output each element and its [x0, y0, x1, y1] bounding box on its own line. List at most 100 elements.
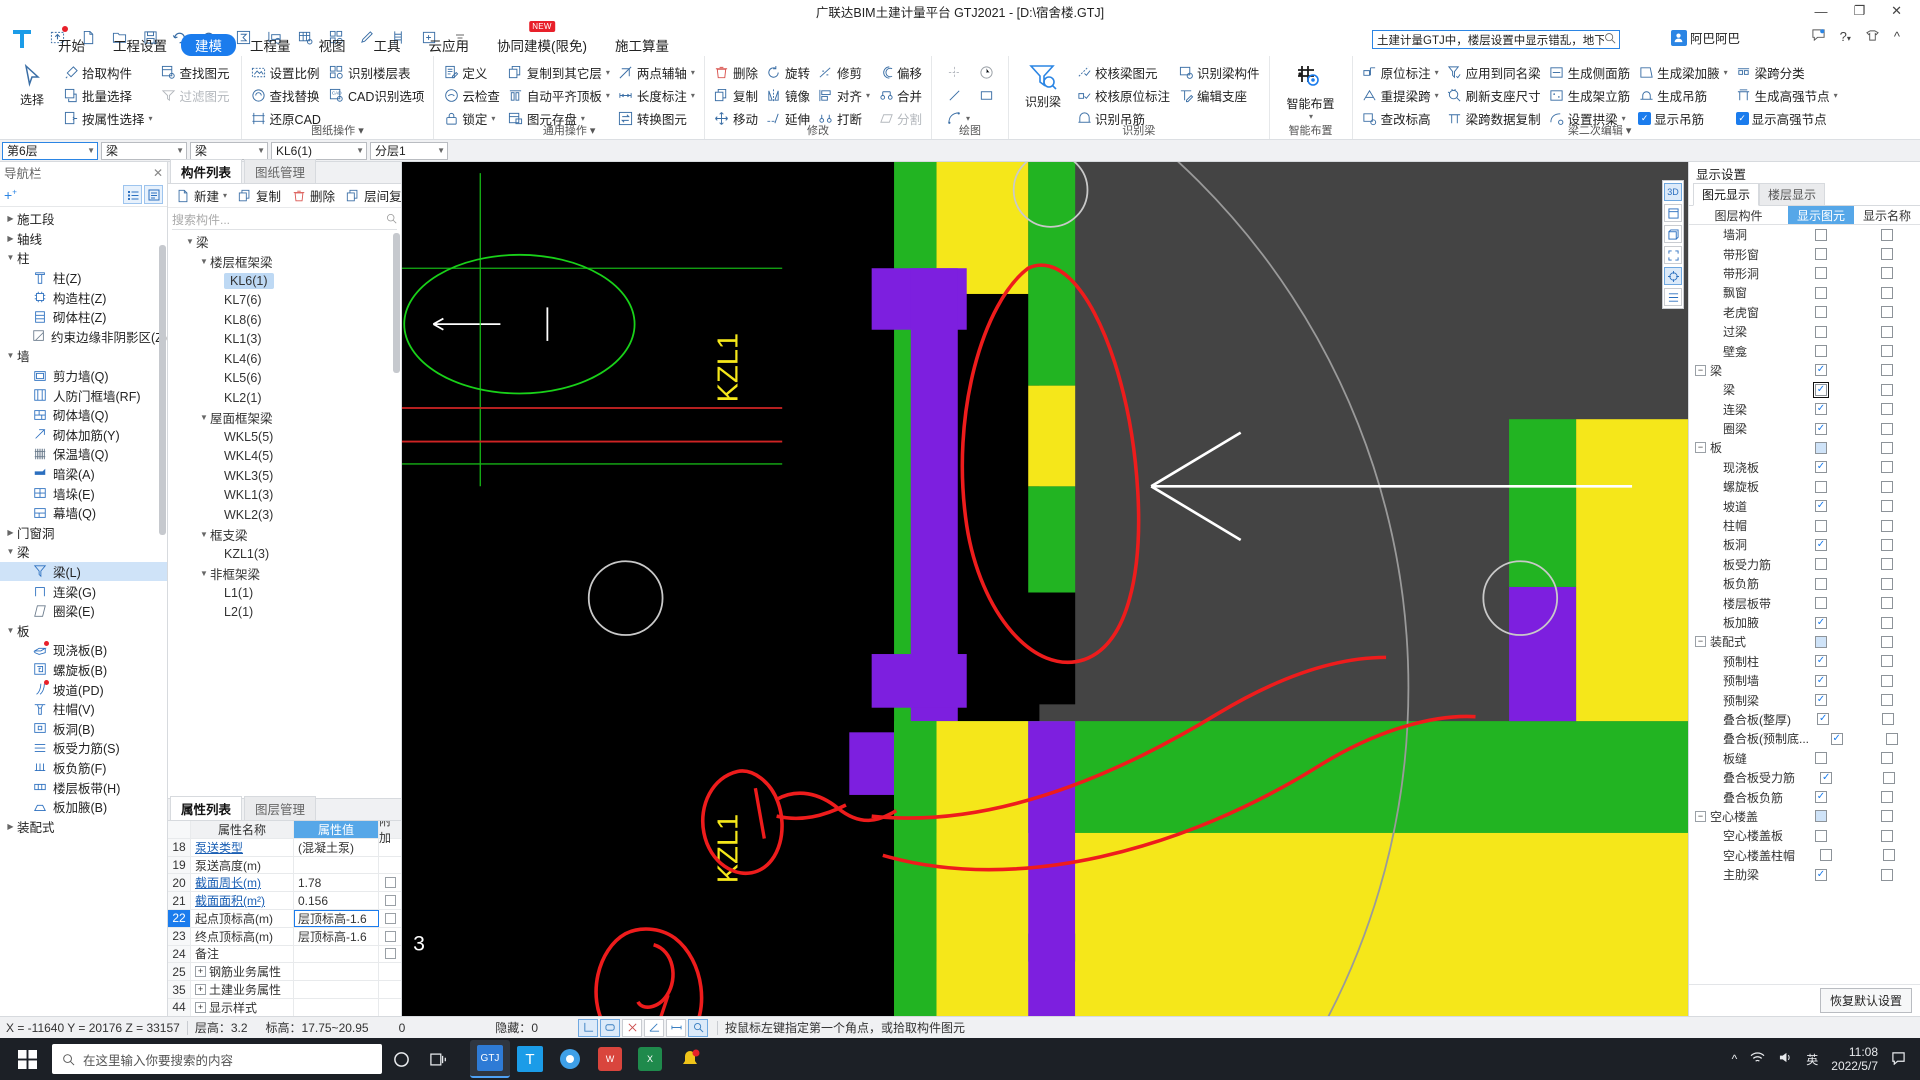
gen-erection-bar-button[interactable]: 生成架立筋 — [1545, 84, 1635, 106]
property-row[interactable]: 44 + 显示样式 — [168, 998, 401, 1016]
search-input[interactable]: 土建计量GTJ中，楼层设置中显示错乱，地下楼层显示较 — [1377, 32, 1604, 48]
display-setting-row[interactable]: 现浇板 — [1689, 458, 1920, 477]
display-setting-row[interactable]: 预制墙 — [1689, 671, 1920, 690]
minimize-button[interactable]: — — [1814, 4, 1827, 19]
close-button[interactable]: ✕ — [1891, 3, 1902, 19]
checkbox-icon[interactable] — [1815, 364, 1827, 377]
checkbox-icon[interactable] — [1815, 538, 1827, 551]
show-name-cell[interactable] — [1854, 480, 1920, 493]
tab-floor-display[interactable]: 楼层显示 — [1759, 183, 1826, 205]
show-element-cell[interactable] — [1788, 558, 1854, 571]
component-scrollbar[interactable] — [393, 233, 400, 373]
show-name-cell[interactable] — [1854, 791, 1920, 804]
excel-app-icon[interactable]: X — [630, 1040, 670, 1078]
show-element-cell[interactable] — [1788, 403, 1854, 416]
property-row[interactable]: 24 备注 — [168, 945, 401, 964]
checkbox-icon[interactable] — [1881, 616, 1893, 629]
nav-item-21[interactable]: ▼ 板 — [0, 620, 167, 640]
component-item-5[interactable]: KL1(3) — [168, 330, 401, 350]
checkbox-icon[interactable] — [1881, 538, 1893, 551]
show-name-cell[interactable] — [1854, 577, 1920, 590]
checkbox-icon[interactable] — [1881, 674, 1893, 687]
notify-app-icon[interactable] — [670, 1040, 710, 1078]
checkbox-icon[interactable] — [1881, 810, 1893, 823]
checkbox-icon[interactable] — [1815, 480, 1827, 493]
property-value[interactable] — [294, 963, 379, 981]
delete-button[interactable]: 删除 — [710, 61, 762, 83]
show-element-cell[interactable] — [1791, 713, 1856, 726]
property-value[interactable]: 层顶标高-1.6 — [294, 909, 379, 927]
checkbox-icon[interactable] — [1815, 635, 1827, 648]
show-element-cell[interactable] — [1788, 655, 1854, 668]
align-button[interactable]: 对齐 ▾ — [814, 84, 874, 106]
checkbox-icon[interactable] — [1815, 345, 1827, 358]
show-name-cell[interactable] — [1854, 461, 1920, 474]
nav-item-15[interactable]: 幕墙(Q) — [0, 503, 167, 523]
nav-item-20[interactable]: 圈梁(E) — [0, 601, 167, 621]
display-setting-row[interactable]: 主肋梁 — [1689, 865, 1920, 884]
checkbox-icon[interactable] — [1881, 441, 1893, 454]
tab-project-settings[interactable]: 工程设置 — [99, 34, 181, 56]
show-name-cell[interactable] — [1854, 306, 1920, 319]
display-setting-row[interactable]: 墙洞 — [1689, 225, 1920, 244]
show-element-cell[interactable] — [1788, 791, 1854, 804]
component-item-6[interactable]: KL4(6) — [168, 349, 401, 369]
chevron-down-icon[interactable]: ▼ — [198, 257, 210, 266]
checkbox-icon[interactable] — [1881, 829, 1893, 842]
nav-item-10[interactable]: 砌体墙(Q) — [0, 405, 167, 425]
clock[interactable]: 11:08 2022/5/7 — [1831, 1045, 1878, 1073]
nav-item-12[interactable]: 保温墙(Q) — [0, 444, 167, 464]
tab-collaborative-modeling[interactable]: NEW 协同建模(限免) — [483, 21, 601, 56]
maximize-button[interactable]: ❐ — [1853, 3, 1865, 19]
tab-element-display[interactable]: 图元显示 — [1693, 183, 1760, 206]
gen-side-bar-button[interactable]: 生成侧面筋 — [1545, 61, 1635, 83]
nav-item-5[interactable]: 砌体柱(Z) — [0, 307, 167, 327]
component-item-15[interactable]: ▼ 框支梁 — [168, 525, 401, 545]
smart-layout-button[interactable]: 智能布置 ▾ — [1280, 59, 1342, 121]
chevron-down-icon[interactable]: ▼ — [253, 146, 265, 155]
chevron-down-icon[interactable]: ▾ — [223, 191, 227, 200]
copy-to-other-floor-button[interactable]: 复制到其它层 ▾ — [504, 61, 614, 83]
show-element-cell[interactable] — [1788, 461, 1854, 474]
show-element-cell[interactable] — [1788, 829, 1854, 842]
display-setting-row[interactable]: 壁龛 — [1689, 341, 1920, 360]
checkbox-icon[interactable] — [384, 895, 396, 907]
chat-icon[interactable] — [1811, 28, 1826, 45]
show-element-cell[interactable] — [1788, 674, 1854, 687]
show-name-cell[interactable] — [1854, 500, 1920, 513]
cortana-icon[interactable] — [382, 1038, 420, 1080]
display-setting-row[interactable]: 板洞 — [1689, 535, 1920, 554]
floor-selector[interactable]: 第6层 ▼ — [2, 141, 98, 160]
display-setting-row[interactable]: 梁 — [1689, 380, 1920, 399]
find-element-button[interactable]: 查找图元 — [157, 61, 234, 83]
show-name-cell[interactable] — [1854, 752, 1920, 765]
nav-item-9[interactable]: 人防门框墙(RF) — [0, 385, 167, 405]
nav-item-22[interactable]: 现浇板(B) — [0, 640, 167, 660]
inplace-note-button[interactable]: 原位标注 ▾ — [1358, 61, 1443, 83]
chevron-down-icon[interactable]: ▾ — [149, 114, 153, 123]
component-item-1[interactable]: ▼ 楼层框架梁 — [168, 252, 401, 272]
display-setting-row[interactable]: − 空心楼盖 — [1689, 807, 1920, 826]
show-element-cell[interactable] — [1788, 519, 1854, 532]
checkbox-icon[interactable] — [1881, 713, 1894, 726]
nav-item-28[interactable]: 板负筋(F) — [0, 758, 167, 778]
display-setting-row[interactable]: 楼层板带 — [1689, 593, 1920, 612]
show-element-cell[interactable] — [1795, 771, 1857, 784]
checkbox-icon[interactable] — [1815, 558, 1827, 571]
list-view-icon[interactable] — [123, 185, 142, 204]
offset-button[interactable]: 偏移 — [874, 61, 926, 83]
component-item-18[interactable]: L1(1) — [168, 583, 401, 603]
checkbox-icon[interactable] — [1813, 381, 1829, 398]
nav-item-31[interactable]: ▶ 装配式 — [0, 816, 167, 836]
checkbox-icon[interactable] — [1881, 306, 1893, 319]
display-setting-row[interactable]: 预制柱 — [1689, 652, 1920, 671]
checkbox-icon[interactable] — [1881, 500, 1893, 513]
tab-quantity[interactable]: 工程量 — [236, 34, 305, 56]
layer-panel-icon[interactable] — [1664, 204, 1682, 222]
nav-item-18[interactable]: 梁(L) — [0, 561, 167, 582]
show-element-cell[interactable] — [1788, 228, 1854, 241]
recognize-beam-member-button[interactable]: 识别梁构件 — [1174, 61, 1264, 83]
checkbox-icon[interactable] — [384, 912, 396, 924]
nav-item-14[interactable]: 墙垛(E) — [0, 483, 167, 503]
nav-item-29[interactable]: 楼层板带(H) — [0, 777, 167, 797]
